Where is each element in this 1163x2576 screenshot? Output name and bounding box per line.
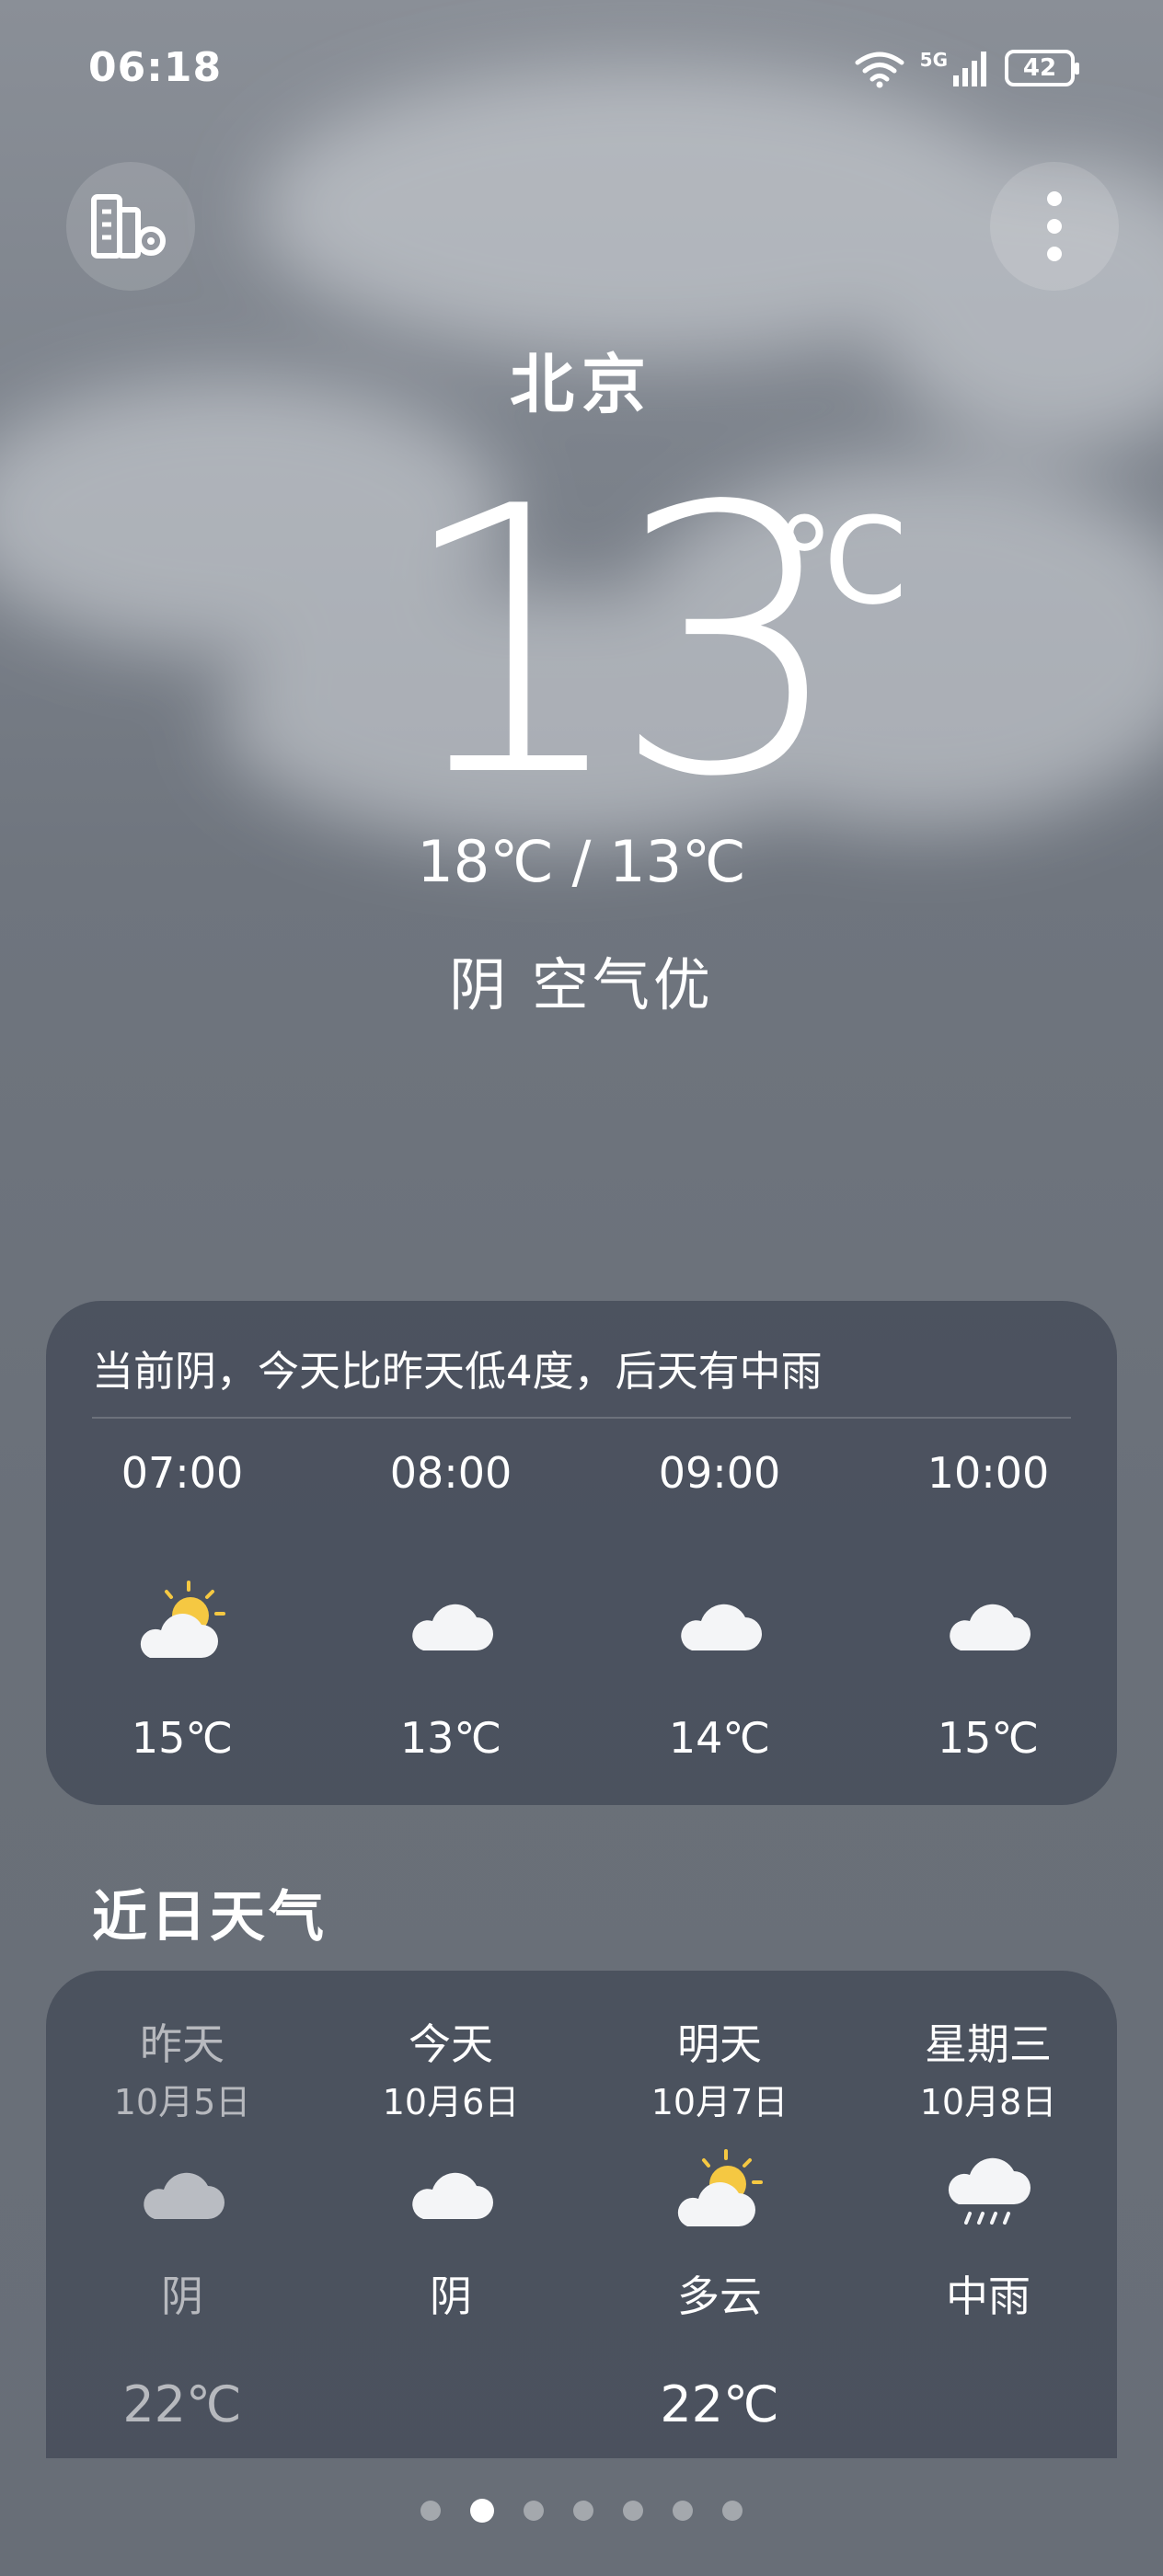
day-label: 星期三	[925, 2019, 1052, 2069]
more-icon	[1047, 191, 1062, 261]
divider	[92, 1417, 1071, 1419]
page-indicator[interactable]	[0, 2499, 1163, 2523]
day-date: 10月6日	[382, 2082, 520, 2122]
wifi-icon	[855, 52, 904, 88]
day-condition: 阴	[430, 2271, 472, 2321]
cloud-icon	[322, 2145, 580, 2247]
day-high-temperature: 22℃	[660, 2375, 779, 2433]
page-dot[interactable]	[673, 2501, 693, 2521]
clock: 06:18	[88, 44, 223, 91]
battery-level: 42	[1022, 54, 1057, 82]
rain-icon	[859, 2145, 1117, 2247]
day-condition: 中雨	[946, 2271, 1031, 2321]
daily-forecast-card[interactable]: 昨天 10月5日 阴 22℃ 今天 10月6日 阴 明天 10月7日 多云 22…	[46, 1971, 1117, 2458]
page-dot[interactable]	[420, 2501, 441, 2521]
page-dot[interactable]	[623, 2501, 643, 2521]
hour-temperature: 14℃	[668, 1713, 771, 1763]
partly-cloudy-icon	[591, 2145, 848, 2247]
hour-time: 09:00	[658, 1448, 781, 1498]
cloud-icon	[600, 1577, 839, 1678]
cloud-icon	[331, 1577, 570, 1678]
hour-time: 07:00	[121, 1448, 244, 1498]
status-bar: 06:18 5G 42	[0, 0, 1163, 138]
day-label: 明天	[677, 2019, 762, 2069]
temperature-unit: ℃	[775, 491, 909, 631]
hour-temperature: 13℃	[399, 1713, 502, 1763]
partly-cloudy-icon	[63, 1577, 302, 1678]
current-condition: 阴 空气优	[449, 951, 714, 1018]
day-label: 今天	[409, 2019, 493, 2069]
forecast-summary: 当前阴，今天比昨天低4度，后天有中雨	[92, 1347, 823, 1396]
network-label: 5G	[919, 49, 948, 71]
more-menu-button[interactable]	[990, 162, 1119, 291]
hour-time: 08:00	[389, 1448, 512, 1498]
city-manage-button[interactable]	[66, 162, 195, 291]
hour-time: 10:00	[927, 1448, 1050, 1498]
cloud-icon	[53, 2145, 311, 2247]
hourly-forecast-card[interactable]: 当前阴，今天比昨天低4度，后天有中雨 07:00 15℃ 08:00 13℃ 0…	[46, 1301, 1117, 1805]
battery-icon: 42	[1005, 50, 1079, 86]
status-icons: 5G 42	[852, 48, 1079, 88]
page-dot[interactable]	[722, 2501, 743, 2521]
section-title: 近日天气	[92, 1885, 328, 1949]
page-dot[interactable]	[573, 2501, 593, 2521]
cloud-icon	[869, 1577, 1108, 1678]
city-settings-icon	[91, 194, 166, 259]
day-high-temperature: 22℃	[122, 2375, 242, 2433]
temperature-range: 18℃ / 13℃	[417, 828, 746, 895]
page-dot[interactable]	[524, 2501, 544, 2521]
page-dot-active[interactable]	[470, 2499, 494, 2523]
day-date: 10月5日	[113, 2082, 251, 2122]
day-condition: 阴	[161, 2271, 203, 2321]
day-date: 10月8日	[919, 2082, 1057, 2122]
day-date: 10月7日	[651, 2082, 789, 2122]
city-name: 北京	[510, 347, 653, 422]
current-temperature: 13	[396, 430, 846, 857]
signal-icon	[953, 52, 986, 86]
hour-temperature: 15℃	[131, 1713, 234, 1763]
day-label: 昨天	[140, 2019, 225, 2069]
hour-temperature: 15℃	[937, 1713, 1040, 1763]
day-condition: 多云	[677, 2271, 762, 2321]
